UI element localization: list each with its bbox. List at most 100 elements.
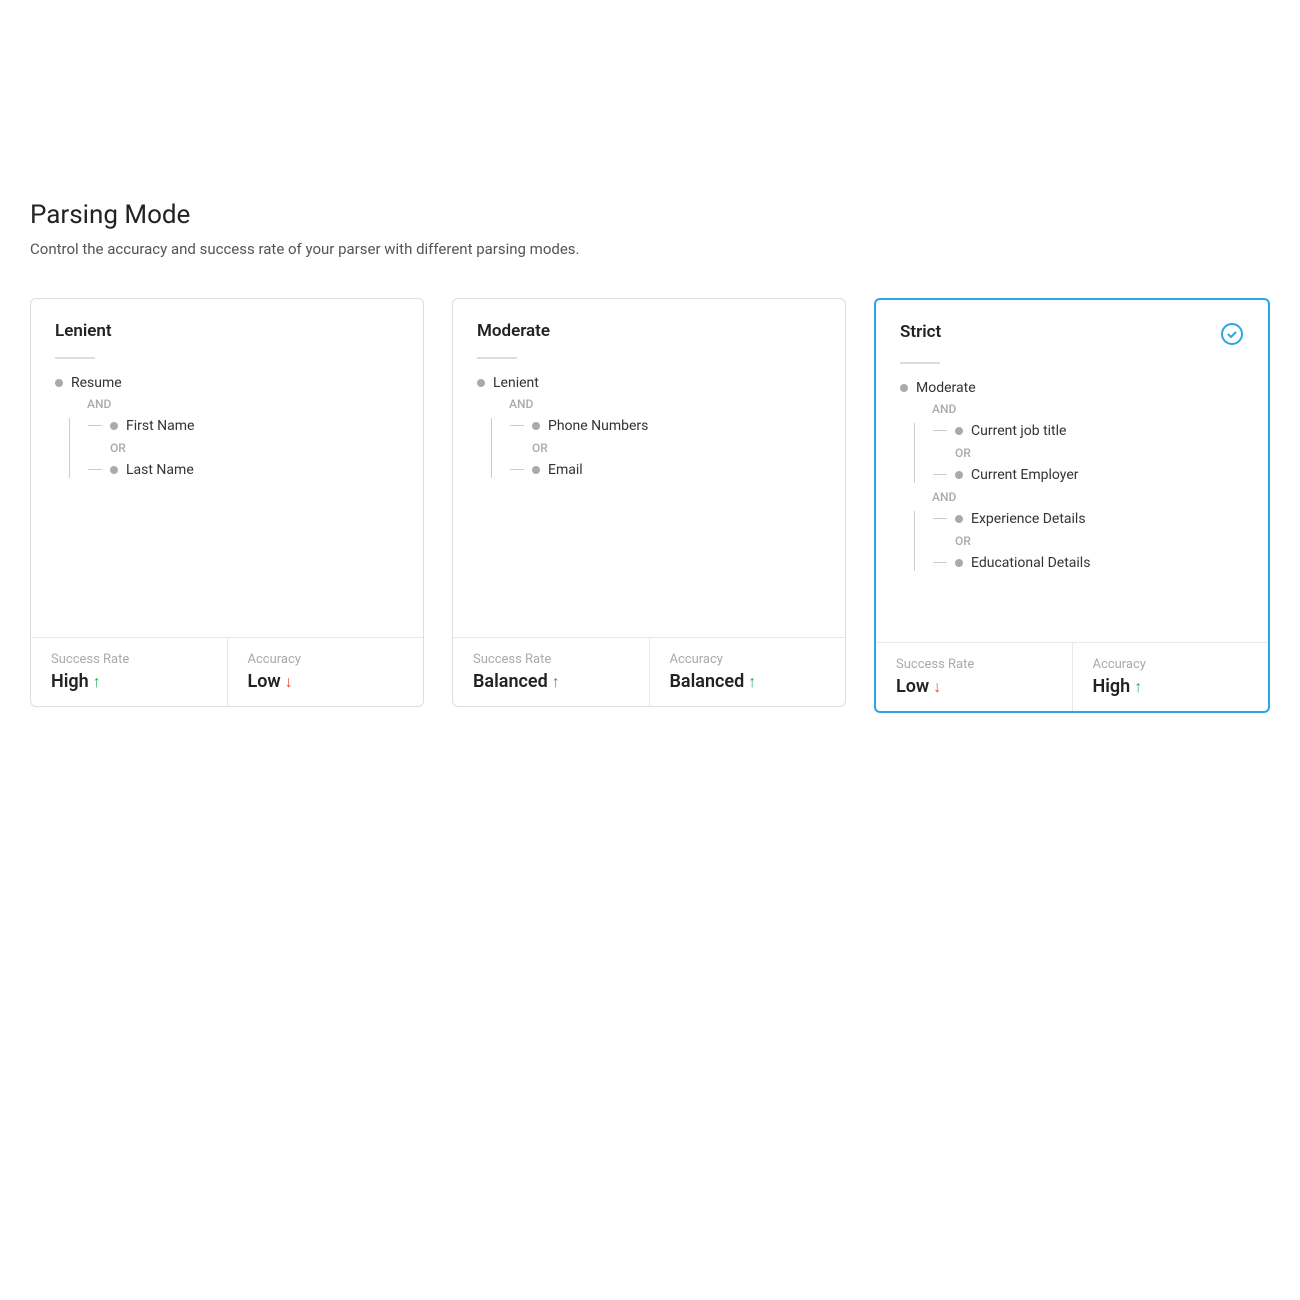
logic-and-lenient: AND [87,397,399,411]
footer-accuracy-text-moderate: Balanced [670,671,745,692]
label-lastname: Last Name [126,462,194,478]
footer-success-strict: Success Rate Low ↓ [876,643,1073,711]
label-phone: Phone Numbers [548,418,648,434]
label-jobtitle: Current job title [971,423,1066,439]
label-education: Educational Details [971,555,1090,571]
footer-accuracy-label-lenient: Accuracy [248,652,404,667]
footer-success-moderate: Success Rate Balanced ↑ [453,638,650,706]
dot-lastname [110,466,118,474]
card-lenient-body: Resume AND First Name OR Last Name [31,357,423,637]
arrow-down-lenient-accuracy: ↓ [285,672,293,692]
tree-row-employer: Current Employer [933,467,1244,483]
footer-success-label-lenient: Success Rate [51,652,207,667]
card-strict[interactable]: Strict Moderate AND [874,298,1270,713]
arrow-up-lenient-success: ↑ [93,672,101,692]
block-lenient: First Name OR Last Name [69,418,399,478]
dot-moderate [900,384,908,392]
block-strict-1: Current job title OR Current Employer [914,423,1244,483]
card-strict-title: Strict [900,322,941,342]
logic-or-moderate: OR [532,441,821,455]
tree-item-lenient: Lenient [477,375,821,391]
card-strict-header: Strict [876,300,1268,362]
card-strict-body: Moderate AND Current job title OR Curren… [876,362,1268,642]
footer-success-text-moderate: Balanced [473,671,548,692]
cards-row: Lenient Resume AND First Name OR [30,298,1270,713]
tree-row-education: Educational Details [933,555,1244,571]
logic-or-lenient: OR [110,441,399,455]
card-strict-footer: Success Rate Low ↓ Accuracy High ↑ [876,642,1268,711]
logic-or-strict-2: OR [955,534,1244,548]
block-moderate: Phone Numbers OR Email [491,418,821,478]
card-moderate[interactable]: Moderate Lenient AND Phone Numbers [452,298,846,707]
label-employer: Current Employer [971,467,1078,483]
footer-accuracy-label-moderate: Accuracy [670,652,826,667]
footer-accuracy-value-moderate: Balanced ↑ [670,671,826,692]
footer-success-text-lenient: High [51,671,89,692]
tree-item-moderate: Moderate [900,380,1244,396]
card-moderate-header: Moderate [453,299,845,357]
logic-and-strict-1: AND [932,402,1244,416]
dot-lenient [477,379,485,387]
logic-and-strict-2: AND [932,490,1244,504]
page-title: Parsing Mode [30,200,1270,230]
dot-education [955,559,963,567]
page-subtitle: Control the accuracy and success rate of… [30,240,1270,258]
footer-success-value-strict: Low ↓ [896,676,1052,697]
card-strict-tree: Moderate AND Current job title OR Curren… [900,380,1244,571]
card-moderate-footer: Success Rate Balanced ↑ Accuracy Balance… [453,637,845,706]
card-lenient-header: Lenient [31,299,423,357]
card-moderate-body: Lenient AND Phone Numbers OR Email [453,357,845,637]
tree-row-firstname: First Name [88,418,399,434]
footer-success-value-moderate: Balanced ↑ [473,671,629,692]
footer-accuracy-text-strict: High [1093,676,1131,697]
footer-success-label-strict: Success Rate [896,657,1052,672]
dot-firstname [110,422,118,430]
tree-row-lastname: Last Name [88,462,399,478]
dot-resume [55,379,63,387]
card-moderate-title: Moderate [477,321,550,341]
dot-phone [532,422,540,430]
footer-accuracy-value-lenient: Low ↓ [248,671,404,692]
logic-or-strict-1: OR [955,446,1244,460]
label-email: Email [548,462,583,478]
card-lenient-footer: Success Rate High ↑ Accuracy Low ↓ [31,637,423,706]
label-lenient: Lenient [493,375,539,391]
footer-accuracy-text-lenient: Low [248,671,281,692]
tree-row-experience: Experience Details [933,511,1244,527]
arrow-up-moderate-success: ↑ [552,672,560,692]
dot-jobtitle [955,427,963,435]
page-container: Parsing Mode Control the accuracy and su… [0,0,1300,773]
card-lenient-divider [55,357,95,359]
label-resume: Resume [71,375,122,391]
arrow-up-moderate-accuracy: ↑ [748,672,756,692]
logic-and-moderate: AND [509,397,821,411]
footer-accuracy-value-strict: High ↑ [1093,676,1249,697]
arrow-down-strict-success: ↓ [933,677,941,697]
footer-accuracy-strict: Accuracy High ↑ [1073,643,1269,711]
card-moderate-tree: Lenient AND Phone Numbers OR Email [477,375,821,478]
dot-email [532,466,540,474]
block-strict-2: Experience Details OR Educational Detail… [914,511,1244,571]
dot-experience [955,515,963,523]
footer-accuracy-lenient: Accuracy Low ↓ [228,638,424,706]
card-strict-divider [900,362,940,364]
card-lenient-tree: Resume AND First Name OR Last Name [55,375,399,478]
arrow-up-strict-accuracy: ↑ [1134,677,1142,697]
footer-accuracy-moderate: Accuracy Balanced ↑ [650,638,846,706]
tree-row-jobtitle: Current job title [933,423,1244,439]
card-lenient[interactable]: Lenient Resume AND First Name OR [30,298,424,707]
label-firstname: First Name [126,418,194,434]
check-icon-strict [1220,322,1244,346]
footer-success-text-strict: Low [896,676,929,697]
footer-accuracy-label-strict: Accuracy [1093,657,1249,672]
card-lenient-title: Lenient [55,321,112,341]
card-moderate-divider [477,357,517,359]
footer-success-value-lenient: High ↑ [51,671,207,692]
label-experience: Experience Details [971,511,1086,527]
footer-success-label-moderate: Success Rate [473,652,629,667]
tree-item-resume: Resume [55,375,399,391]
label-moderate: Moderate [916,380,976,396]
dot-employer [955,471,963,479]
footer-success-lenient: Success Rate High ↑ [31,638,228,706]
tree-row-phone: Phone Numbers [510,418,821,434]
